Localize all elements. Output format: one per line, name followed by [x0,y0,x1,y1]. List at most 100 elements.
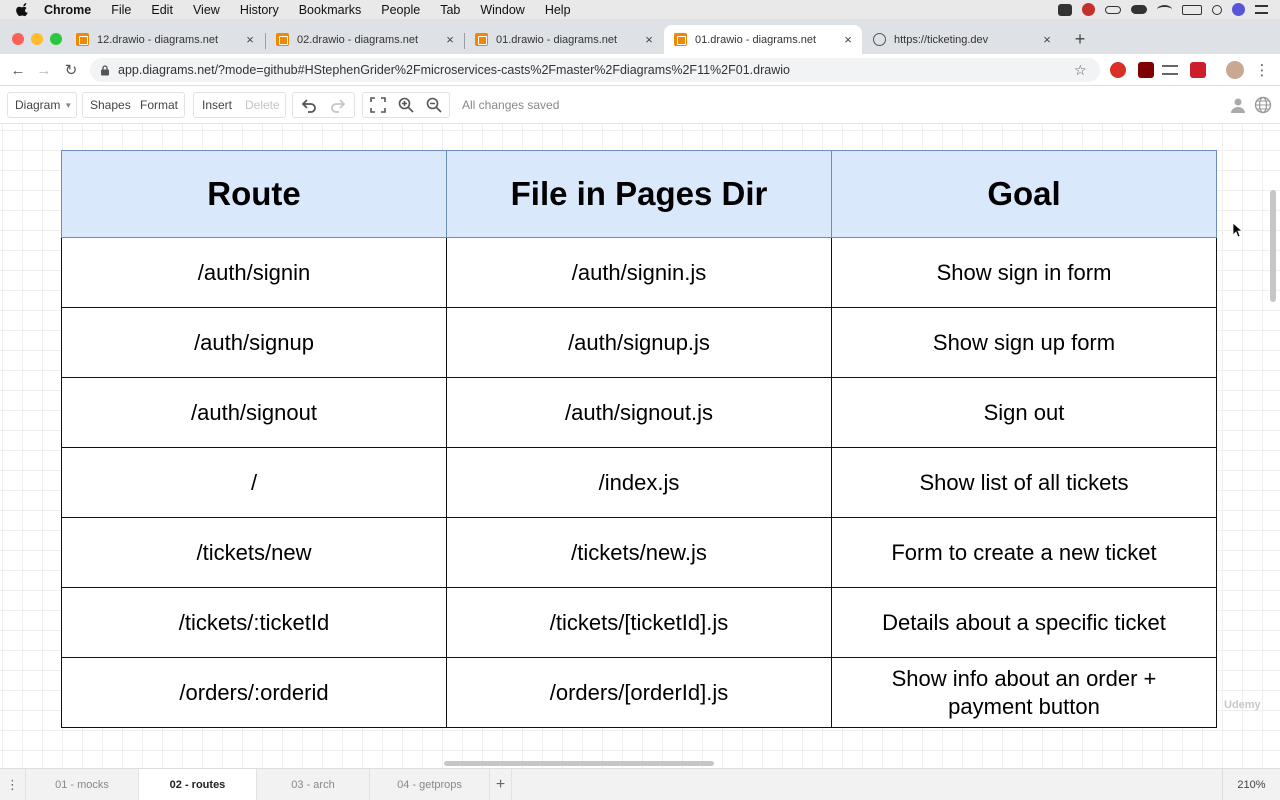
menu-view[interactable]: View [193,3,220,17]
fit-window-icon[interactable] [369,96,387,114]
glasses-icon[interactable] [1105,5,1121,14]
route-cell[interactable]: /tickets/:ticketId [61,587,447,658]
page-tab[interactable]: 01 - mocks [26,769,139,800]
browser-tab[interactable]: 02.drawio - diagrams.net × [266,25,464,54]
goal-cell[interactable]: Details about a specific ticket [831,587,1217,658]
wifi-icon[interactable] [1157,5,1172,14]
header-cell-file[interactable]: File in Pages Dir [446,150,832,238]
route-cell[interactable]: /auth/signout [61,377,447,448]
route-cell[interactable]: / [61,447,447,518]
menu-people[interactable]: People [381,3,420,17]
route-cell[interactable]: /orders/:orderid [61,657,447,728]
battery-icon[interactable] [1182,4,1202,15]
browser-tab[interactable]: 01.drawio - diagrams.net × [465,25,663,54]
apple-icon[interactable] [16,2,30,17]
menu-edit[interactable]: Edit [151,3,173,17]
tab-title: https://ticketing.dev [894,33,989,46]
mouse-cursor-icon [1232,222,1242,238]
goal-cell[interactable]: Show sign in form [831,237,1217,308]
routes-table[interactable]: Route File in Pages Dir Goal /auth/signi… [61,150,1217,728]
chrome-menu-icon[interactable]: ⋮ [1252,60,1272,80]
tab-close-icon[interactable]: × [1039,32,1055,47]
browser-tab[interactable]: 12.drawio - diagrams.net × [66,25,264,54]
menu-app-chrome[interactable]: Chrome [44,3,91,17]
spotlight-search-icon[interactable] [1212,4,1222,15]
forward-button[interactable]: → [34,60,54,80]
user-icon[interactable] [1229,96,1247,114]
menu-history[interactable]: History [240,3,279,17]
goal-cell[interactable]: Show info about an order + payment butto… [831,657,1217,728]
format-button[interactable]: Format [140,93,178,117]
browser-tab-active[interactable]: 01.drawio - diagrams.net × [664,25,862,54]
cloud-icon[interactable] [1131,5,1147,14]
record-icon[interactable] [1082,3,1095,16]
shapes-button[interactable]: Shapes [90,93,131,117]
window-zoom-button[interactable] [50,33,62,45]
window-close-button[interactable] [12,33,24,45]
menu-tab[interactable]: Tab [440,3,460,17]
redo-icon[interactable] [329,96,347,114]
tab-close-icon[interactable]: × [242,32,258,47]
delete-button[interactable]: Delete [245,93,280,117]
reader-extension-icon[interactable] [1162,65,1178,75]
tab-close-icon[interactable]: × [442,32,458,47]
zoom-level[interactable]: 210% [1222,769,1280,800]
route-cell[interactable]: /auth/signin [61,237,447,308]
goal-cell[interactable]: Show list of all tickets [831,447,1217,518]
route-cell[interactable]: /tickets/new [61,517,447,588]
tab-close-icon[interactable]: × [840,32,856,47]
back-button[interactable]: ← [8,60,28,80]
vertical-scrollbar[interactable] [1270,190,1276,302]
header-cell-goal[interactable]: Goal [831,150,1217,238]
address-bar[interactable]: app.diagrams.net/?mode=github#HStephenGr… [90,58,1100,82]
window-minimize-button[interactable] [31,33,43,45]
tab-title: 02.drawio - diagrams.net [297,33,419,46]
zoom-out-icon[interactable] [425,96,443,114]
insert-button[interactable]: Insert [202,93,232,117]
docker-icon[interactable] [1058,3,1072,16]
browser-tab[interactable]: https://ticketing.dev × [863,25,1061,54]
pages-menu-button[interactable]: ⋮ [0,769,26,800]
goal-cell[interactable]: Sign out [831,377,1217,448]
file-cell[interactable]: /tickets/[ticketId].js [446,587,832,658]
goal-cell[interactable]: Form to create a new ticket [831,517,1217,588]
drawio-icon [475,33,488,46]
horizontal-scrollbar[interactable] [444,761,714,766]
menu-help[interactable]: Help [545,3,571,17]
zoom-in-icon[interactable] [397,96,415,114]
lastpass-extension-icon[interactable] [1190,62,1206,78]
reload-button[interactable]: ↻ [61,60,81,80]
siri-icon[interactable] [1232,3,1245,16]
menu-window[interactable]: Window [480,3,524,17]
notification-center-icon[interactable] [1255,5,1268,14]
bookmark-star-icon[interactable]: ☆ [1074,62,1092,79]
page-tab[interactable]: 04 - getprops [370,769,490,800]
language-globe-icon[interactable] [1254,96,1272,114]
route-cell[interactable]: /auth/signup [61,307,447,378]
chevron-down-icon: ▼ [64,100,73,110]
goal-cell[interactable]: Show sign up form [831,307,1217,378]
page-tab-active[interactable]: 02 - routes [139,769,257,800]
file-cell[interactable]: /auth/signout.js [446,377,832,448]
new-tab-button[interactable]: + [1072,29,1088,50]
globe-icon [873,33,886,46]
menu-file[interactable]: File [111,3,131,17]
ublock-extension-icon[interactable] [1138,62,1154,78]
undo-icon[interactable] [300,96,318,114]
page-tab[interactable]: 03 - arch [257,769,370,800]
menu-bookmarks[interactable]: Bookmarks [299,3,362,17]
file-cell[interactable]: /tickets/new.js [446,517,832,588]
diagram-canvas[interactable]: Route File in Pages Dir Goal /auth/signi… [0,124,1280,768]
tab-title: 01.drawio - diagrams.net [695,33,817,46]
diagram-menu-button[interactable]: Diagram ▼ [15,93,72,117]
adblock-extension-icon[interactable] [1110,62,1126,78]
tab-close-icon[interactable]: × [641,32,657,47]
header-cell-route[interactable]: Route [61,150,447,238]
file-cell[interactable]: /auth/signup.js [446,307,832,378]
file-cell[interactable]: /orders/[orderId].js [446,657,832,728]
diagram-menu-label: Diagram [15,98,61,112]
profile-avatar[interactable] [1226,61,1244,79]
file-cell[interactable]: /index.js [446,447,832,518]
file-cell[interactable]: /auth/signin.js [446,237,832,308]
add-page-button[interactable]: + [490,769,512,800]
